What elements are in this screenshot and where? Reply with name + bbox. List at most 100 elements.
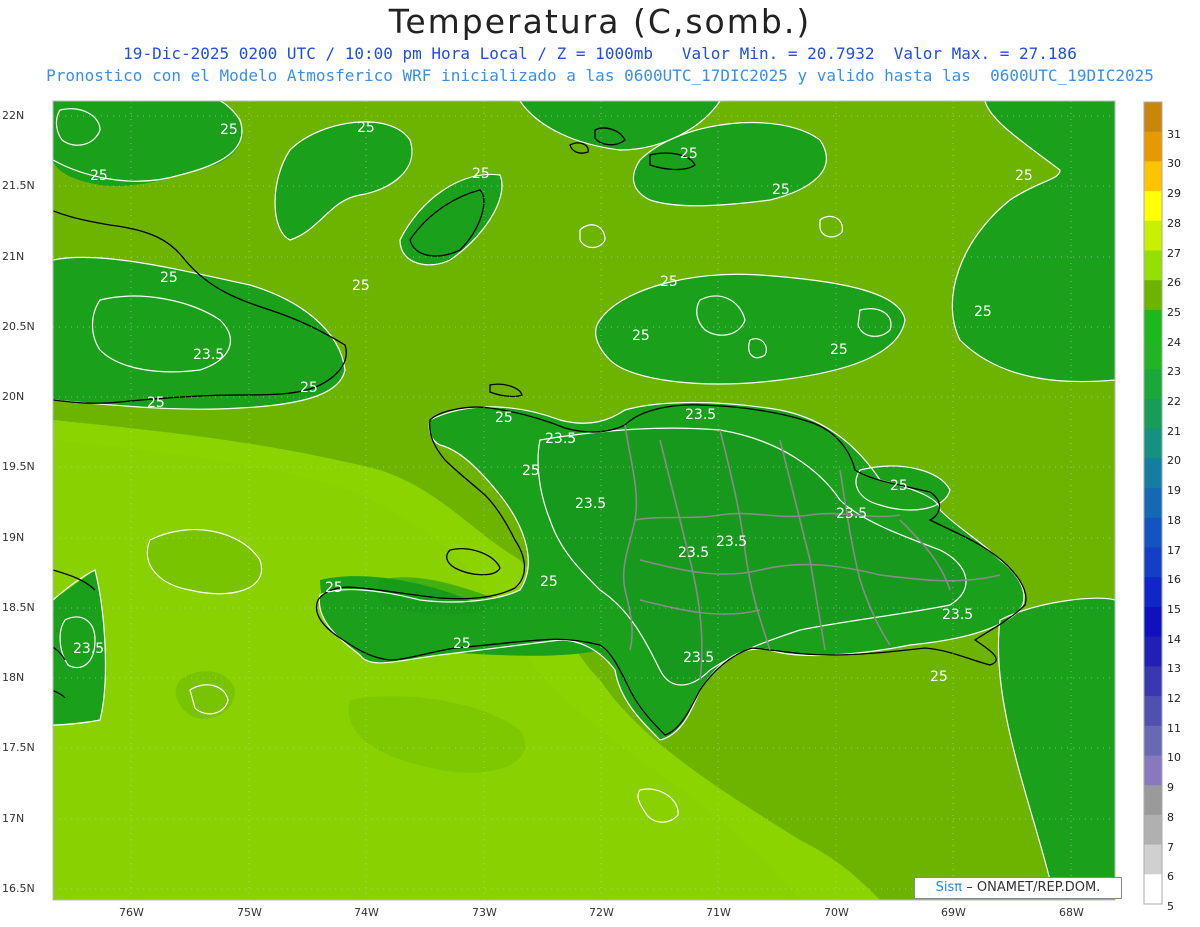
colorbar-label: 18 <box>1167 514 1181 527</box>
contour-label: 23.5 <box>942 607 973 623</box>
contour-label: 25 <box>890 478 908 494</box>
lon-label: 68W <box>1059 906 1084 919</box>
lat-label: 21N <box>2 250 25 263</box>
colorbar-swatch <box>1144 666 1162 697</box>
colorbar-swatch <box>1144 161 1162 192</box>
contour-label: 25 <box>147 395 165 411</box>
colorbar-label: 11 <box>1167 722 1181 735</box>
colorbar-label: 5 <box>1167 900 1174 913</box>
colorbar-label: 9 <box>1167 781 1174 794</box>
contour-label: 23.5 <box>73 641 104 657</box>
lon-label: 75W <box>237 906 262 919</box>
lon-label: 69W <box>941 906 966 919</box>
lon-label: 72W <box>589 906 614 919</box>
colorbar-label: 28 <box>1167 217 1181 230</box>
contour-label: 23.5 <box>545 431 576 447</box>
contour-label: 25 <box>352 278 370 294</box>
lat-label: 22N <box>2 109 25 122</box>
credit-box: Sisπ – ONAMET/REP.DOM. <box>914 877 1122 899</box>
colorbar-swatch <box>1144 636 1162 667</box>
colorbar-swatch <box>1144 191 1162 222</box>
map-plot-area: 25 25 25 25 25 25 25 25 25 25 25 25 25 2… <box>53 101 1115 900</box>
colorbar-label: 19 <box>1167 484 1181 497</box>
colorbar-swatch <box>1144 547 1162 578</box>
colorbar-label: 29 <box>1167 187 1181 200</box>
contour-label: 25 <box>453 636 471 652</box>
contour-label: 25 <box>660 274 678 290</box>
contour-label: 25 <box>160 270 178 286</box>
colorbar-swatch <box>1144 339 1162 370</box>
lat-label: 17.5N <box>2 741 35 754</box>
contour-label: 25 <box>300 380 318 396</box>
lon-label: 73W <box>472 906 497 919</box>
contour-label: 25 <box>974 304 992 320</box>
lat-label: 18.5N <box>2 601 35 614</box>
colorbar-swatch <box>1144 606 1162 638</box>
lat-label: 21.5N <box>2 179 35 192</box>
colorbar-swatch <box>1144 755 1162 786</box>
credit-brand: Sisπ <box>935 880 963 895</box>
lon-label: 76W <box>119 906 144 919</box>
contour-label: 25 <box>220 122 238 138</box>
colorbar-label: 15 <box>1167 603 1181 616</box>
lon-label: 70W <box>824 906 849 919</box>
contour-label: 25 <box>680 146 698 162</box>
colorbar-label: 24 <box>1167 336 1181 349</box>
contour-label: 23.5 <box>678 545 709 561</box>
colorbar-swatch <box>1144 874 1162 905</box>
colorbar-label: 17 <box>1167 544 1181 557</box>
colorbar-label: 13 <box>1167 662 1181 675</box>
credit-text: – ONAMET/REP.DOM. <box>966 880 1101 895</box>
contour-label: 25 <box>325 580 343 596</box>
colorbar-label: 22 <box>1167 395 1181 408</box>
contour-label: 25 <box>522 463 540 479</box>
contour-label: 25 <box>930 669 948 685</box>
colorbar-label: 27 <box>1167 247 1181 260</box>
colorbar-label: 21 <box>1167 425 1181 438</box>
temperature-map: 25 25 25 25 25 25 25 25 25 25 25 25 25 2… <box>52 100 1163 905</box>
lat-label: 18N <box>2 671 25 684</box>
contour-label: 25 <box>472 166 490 182</box>
contour-label: 25 <box>1015 168 1033 184</box>
lon-label: 74W <box>354 906 379 919</box>
lat-label: 19N <box>2 531 25 544</box>
lat-label: 16.5N <box>2 882 35 895</box>
colorbar-swatch <box>1144 517 1162 549</box>
lat-label: 17N <box>2 812 25 825</box>
contour-label: 23.5 <box>716 534 747 550</box>
contour-label: 23.5 <box>193 347 224 363</box>
colorbar-swatch <box>1144 844 1162 875</box>
colorbar-swatch <box>1144 309 1162 341</box>
contour-label: 25 <box>495 410 513 426</box>
contour-label: 23.5 <box>683 650 714 666</box>
contour-label: 25 <box>772 182 790 198</box>
lat-label: 20N <box>2 390 25 403</box>
contour-label: 25 <box>830 342 848 358</box>
contour-label: 23.5 <box>836 506 867 522</box>
colorbar-swatch <box>1144 250 1162 281</box>
colorbar-label: 8 <box>1167 811 1174 824</box>
colorbar-swatch <box>1144 458 1162 489</box>
colorbar-label: 30 <box>1167 157 1181 170</box>
colorbar-label: 31 <box>1167 128 1181 141</box>
lon-label: 71W <box>706 906 731 919</box>
colorbar-swatch <box>1144 488 1162 519</box>
colorbar-swatch <box>1144 785 1162 816</box>
contour-label: 23.5 <box>685 407 716 423</box>
colorbar-label: 26 <box>1167 276 1181 289</box>
contour-label: 25 <box>540 574 558 590</box>
colorbar-swatch <box>1144 280 1162 311</box>
colorbar-label: 14 <box>1167 633 1181 646</box>
colorbar-label: 10 <box>1167 751 1181 764</box>
colorbar-swatch <box>1144 131 1162 162</box>
colorbar-swatch <box>1144 577 1162 608</box>
colorbar-label: 23 <box>1167 365 1181 378</box>
colorbar-swatch <box>1144 369 1162 400</box>
colorbar-label: 20 <box>1167 454 1181 467</box>
contour-label: 25 <box>90 168 108 184</box>
colorbar-label: 16 <box>1167 573 1181 586</box>
colorbar-swatch <box>1144 220 1162 252</box>
colorbar-swatch <box>1144 102 1162 133</box>
colorbar-label: 25 <box>1167 306 1181 319</box>
colorbar-swatch <box>1144 428 1162 459</box>
